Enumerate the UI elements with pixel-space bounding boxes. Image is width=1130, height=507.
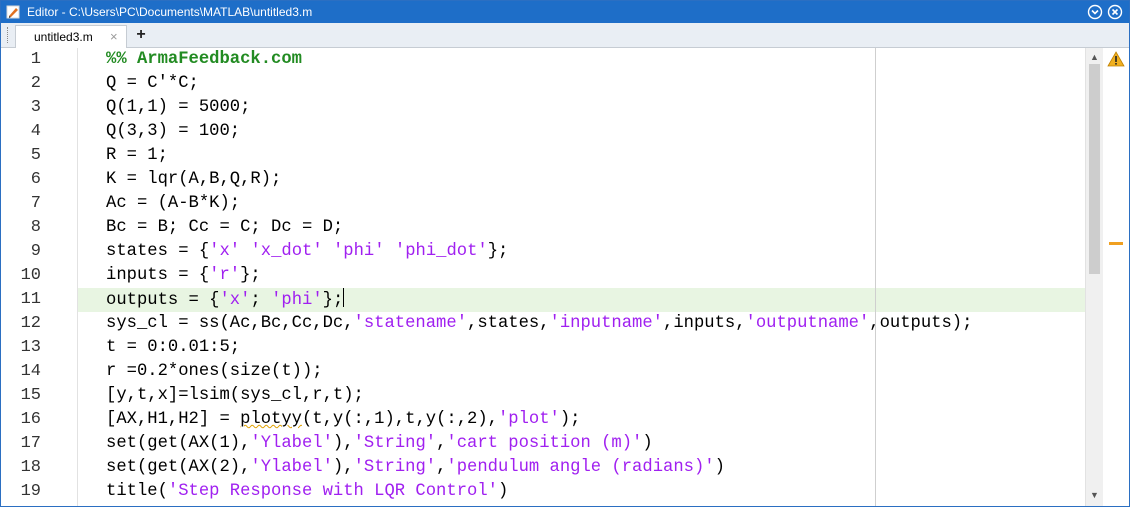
scroll-up-arrow-icon[interactable]: ▲ xyxy=(1090,52,1099,62)
code-line[interactable]: Q(1,1) = 5000; xyxy=(78,96,1085,120)
tab-grip-handle[interactable] xyxy=(7,27,11,43)
code-line-text: inputs = {'r'}; xyxy=(106,266,261,285)
message-bar xyxy=(1103,48,1129,506)
line-number: 2 xyxy=(30,74,41,93)
code-line-text: Q = C'*C; xyxy=(106,74,199,93)
code-line-text: R = 1; xyxy=(106,146,168,165)
code-line-text: Ac = (A-B*K); xyxy=(106,194,241,213)
code-line-text: [y,t,x]=lsim(sys_cl,r,t); xyxy=(106,386,364,405)
title-bar: Editor - C:\Users\PC\Documents\MATLAB\un… xyxy=(1,1,1129,23)
line-number: 4 xyxy=(30,122,41,141)
tab-label: untitled3.m xyxy=(34,30,93,44)
tab-bar: untitled3.m × + xyxy=(1,23,1129,48)
line-number: 3 xyxy=(30,98,41,117)
add-tab-button[interactable]: + xyxy=(131,26,151,44)
code-line-text: Bc = B; Cc = C; Dc = D; xyxy=(106,218,344,237)
code-line[interactable]: sys_cl = ss(Ac,Bc,Cc,Dc,'statename',stat… xyxy=(78,312,1085,336)
code-line[interactable]: Bc = B; Cc = C; Dc = D; xyxy=(78,216,1085,240)
line-number: 17 xyxy=(20,434,41,453)
line-number: 10 xyxy=(20,266,41,285)
code-line[interactable]: K = lqr(A,B,Q,R); xyxy=(78,168,1085,192)
line-number: 18 xyxy=(20,458,41,477)
code-line[interactable]: states = {'x' 'x_dot' 'phi' 'phi_dot'}; xyxy=(78,240,1085,264)
editor-window: Editor - C:\Users\PC\Documents\MATLAB\un… xyxy=(0,0,1130,507)
right-text-limit-line xyxy=(875,48,876,506)
code-line-text: title('Step Response with LQR Control') xyxy=(106,482,509,501)
line-number-gutter: 1 2 3 4 5 6 7 8 9 10 11 12 13 14 15 16 17 18 19 xyxy=(1,48,78,506)
line-number: 14 xyxy=(20,362,41,381)
chevron-down-circle-icon[interactable] xyxy=(1087,4,1103,20)
tab-untitled3[interactable]: untitled3.m × xyxy=(15,25,127,48)
code-line-text: %% ArmaFeedback.com xyxy=(106,50,302,69)
tab-close-icon[interactable]: × xyxy=(110,29,118,44)
line-number: 12 xyxy=(20,314,41,333)
line-number: 16 xyxy=(20,410,41,429)
code-line-text: set(get(AX(2),'Ylabel'),'String','pendul… xyxy=(106,458,725,477)
code-line[interactable]: outputs = {'x'; 'phi'}; xyxy=(78,288,1085,312)
line-number: 7 xyxy=(30,194,41,213)
line-number: 11 xyxy=(20,290,41,309)
code-line[interactable]: [y,t,x]=lsim(sys_cl,r,t); xyxy=(78,384,1085,408)
line-number: 15 xyxy=(20,386,41,405)
code-line-text: Q(1,1) = 5000; xyxy=(106,98,251,117)
code-line-text: [AX,H1,H2] = plotyy(t,y(:,1),t,y(:,2),'p… xyxy=(106,410,581,429)
line-number: 8 xyxy=(30,218,41,237)
line-number: 1 xyxy=(30,50,41,69)
code-line[interactable]: [AX,H1,H2] = plotyy(t,y(:,1),t,y(:,2),'p… xyxy=(78,408,1085,432)
code-line-text: set(get(AX(1),'Ylabel'),'String','cart p… xyxy=(106,434,653,453)
code-line[interactable]: inputs = {'r'}; xyxy=(78,264,1085,288)
code-line-text: K = lqr(A,B,Q,R); xyxy=(106,170,282,189)
code-line[interactable]: %% ArmaFeedback.com xyxy=(78,48,1085,72)
code-line[interactable]: Ac = (A-B*K); xyxy=(78,192,1085,216)
scrollbar-thumb[interactable] xyxy=(1089,64,1100,274)
code-line-text: t = 0:0.01:5; xyxy=(106,338,241,357)
code-line-text: r =0.2*ones(size(t)); xyxy=(106,362,323,381)
window-title: Editor - C:\Users\PC\Documents\MATLAB\un… xyxy=(27,5,313,19)
code-line-text: sys_cl = ss(Ac,Bc,Cc,Dc,'statename',stat… xyxy=(106,314,973,333)
code-line[interactable]: r =0.2*ones(size(t)); xyxy=(78,360,1085,384)
text-cursor xyxy=(343,288,345,307)
line-number: 13 xyxy=(20,338,41,357)
vertical-scrollbar[interactable]: ▲ ▼ xyxy=(1085,48,1104,506)
line-number: 6 xyxy=(30,170,41,189)
code-line-text: states = {'x' 'x_dot' 'phi' 'phi_dot'}; xyxy=(106,242,509,261)
matlab-editor-icon xyxy=(6,5,20,19)
line-number: 5 xyxy=(30,146,41,165)
code-line-text: outputs = {'x'; 'phi'}; xyxy=(106,288,345,313)
line-number: 19 xyxy=(20,482,41,501)
code-editor[interactable]: 1 2 3 4 5 6 7 8 9 10 11 12 13 14 15 16 17 18 19 %% ArmaFee… xyxy=(1,48,1085,506)
code-line[interactable]: Q = C'*C; xyxy=(78,72,1085,96)
code-line[interactable]: title('Step Response with LQR Control') xyxy=(78,480,1085,504)
warning-triangle-icon[interactable] xyxy=(1107,51,1125,67)
code-line[interactable]: set(get(AX(2),'Ylabel'),'String','pendul… xyxy=(78,456,1085,480)
code-line[interactable]: set(get(AX(1),'Ylabel'),'String','cart p… xyxy=(78,432,1085,456)
close-circle-icon[interactable] xyxy=(1107,4,1123,20)
code-line[interactable]: R = 1; xyxy=(78,144,1085,168)
code-line[interactable]: t = 0:0.01:5; xyxy=(78,336,1085,360)
code-line[interactable]: Q(3,3) = 100; xyxy=(78,120,1085,144)
scroll-down-arrow-icon[interactable]: ▼ xyxy=(1090,490,1099,500)
warning-marker[interactable] xyxy=(1109,242,1123,245)
code-line-text: Q(3,3) = 100; xyxy=(106,122,241,141)
line-number: 9 xyxy=(30,242,41,261)
